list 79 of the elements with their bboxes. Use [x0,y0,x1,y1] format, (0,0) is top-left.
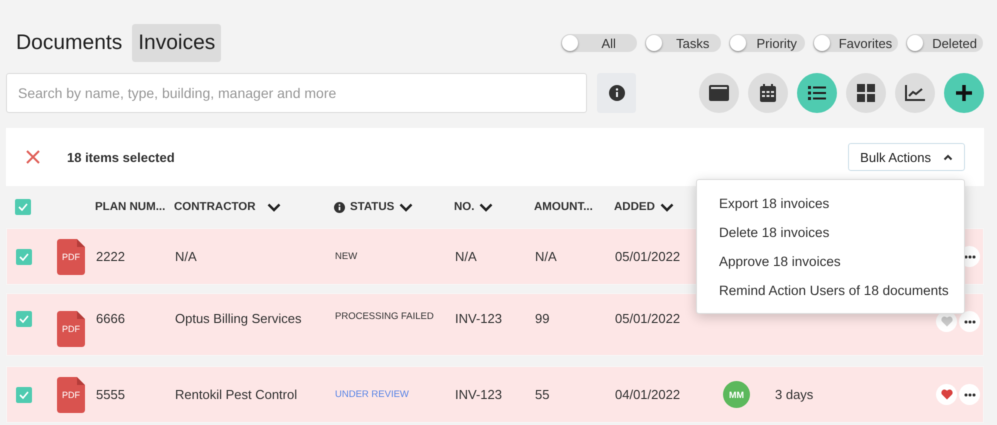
table-cell-text: 04/01/2022 [615,387,682,402]
grid-view-button[interactable] [846,73,886,113]
chevron-down-icon[interactable] [660,202,674,212]
status-label: NEW [335,251,358,262]
search-field[interactable]: Search by name, type, building, manager and more [6,73,587,113]
heart-icon [940,316,952,327]
more-button[interactable] [959,384,980,405]
select-all-checkbox[interactable] [15,199,31,215]
check-icon [18,203,28,211]
filter-toggle[interactable]: Favorites [812,34,898,52]
column-header: NO. [454,201,474,213]
info-button[interactable] [597,73,636,113]
filter-toggle[interactable]: All [560,34,637,52]
user-avatar: MM [723,381,750,408]
table-cell-text: 55 [535,387,550,402]
close-icon[interactable] [26,150,40,164]
table-cell-text: N/A [535,249,558,264]
more-icon [964,254,976,258]
card-view-button[interactable] [699,73,739,113]
more-icon [964,320,976,324]
list-view-button[interactable] [797,73,837,113]
column-header: AMOUNT... [534,201,593,213]
table-cell-text: 2222 [96,249,126,264]
pdf-file-icon: PDF [57,376,85,412]
info-icon [608,85,624,101]
more-button[interactable] [959,311,980,332]
filter-toggle[interactable]: Tasks [644,34,721,52]
grid-icon [857,84,875,102]
table-cell-text: Rentokil Pest Control [175,387,298,402]
pdf-file-icon: PDF [57,238,85,274]
card-icon [709,85,729,101]
calendar-icon [760,84,776,102]
table-cell-text: 6666 [96,311,126,326]
column-header: PLAN NUM... [95,201,166,213]
status-label: UNDER REVIEW [335,389,410,400]
table-cell-text: 99 [535,311,550,326]
check-icon [19,252,29,260]
plus-icon [955,84,973,102]
chevron-down-icon[interactable] [266,202,281,212]
calendar-view-button[interactable] [748,73,788,113]
info-icon [334,202,345,212]
filter-toggle[interactable]: Priority [728,34,805,52]
table-cell-text: INV-123 [455,387,503,402]
heart-icon [940,389,952,400]
column-header: ADDED [614,201,655,213]
filter-toggle[interactable]: Deleted [906,34,983,52]
menu-item[interactable]: Export 18 invoices [697,189,964,218]
column-header: STATUS [350,201,394,213]
status-label: PROCESSING FAILED [335,311,435,322]
row-checkbox[interactable] [16,386,32,402]
pdf-file-icon: PDF [57,311,85,347]
table-cell-text: INV-123 [455,311,503,326]
caret-icon [943,154,953,160]
table-cell: 3 days [775,386,814,402]
table-cell-text: 05/01/2022 [615,249,682,264]
chevron-down-icon[interactable] [399,202,414,212]
column-header: CONTRACTOR [174,201,256,213]
table-cell-text: N/A [175,249,198,264]
table-row[interactable]: PDF 5555 Rentokil Pest Control UNDER REVIEW INV-123 55 04/01/2022 MM 3 days [6,366,984,423]
table-cell-text: Optus Billing Services [175,311,302,326]
menu-item[interactable]: Approve 18 invoices [697,247,964,276]
more-icon [964,392,976,396]
tab[interactable]: Documents [10,24,128,62]
line-chart-icon [905,85,925,101]
favorite-button[interactable] [936,384,957,405]
table-cell-text: 5555 [96,387,126,402]
table-cell-text: 05/01/2022 [615,311,682,326]
chart-view-button[interactable] [895,73,935,113]
row-checkbox[interactable] [16,248,32,264]
bulk-actions-button[interactable]: Bulk Actions [848,143,965,171]
table-cell-text: N/A [455,249,478,264]
add-view-button[interactable] [944,73,984,113]
check-icon [19,390,29,398]
check-icon [19,315,29,323]
row-checkbox[interactable] [16,311,32,327]
list-icon [808,85,826,101]
tab[interactable]: Invoices [132,24,222,62]
chevron-down-icon[interactable] [479,202,494,212]
selection-count: 18 items selected [67,150,175,164]
